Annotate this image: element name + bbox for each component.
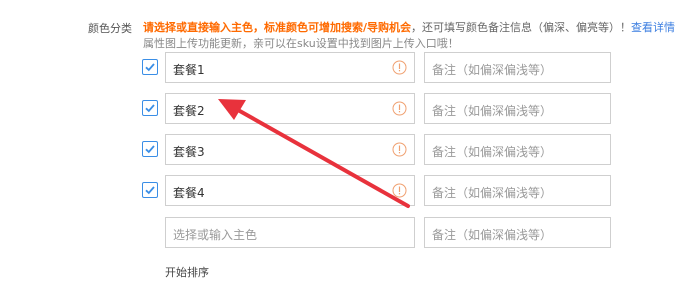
color-checkbox[interactable]	[142, 100, 158, 116]
new-color-input[interactable]: 选择或输入主色	[165, 217, 415, 248]
checkmark-icon	[145, 186, 155, 195]
remark-input[interactable]: 备注（如偏深偏浅等）	[424, 93, 611, 124]
color-checkbox[interactable]	[142, 182, 158, 198]
color-category-label: 颜色分类	[88, 22, 132, 35]
remark-placeholder: 备注（如偏深偏浅等）	[432, 104, 553, 118]
color-row: 套餐1 备注（如偏深偏浅等）	[0, 52, 700, 84]
remark-placeholder: 备注（如偏深偏浅等）	[432, 63, 553, 77]
info-icon[interactable]	[392, 183, 407, 198]
color-placeholder: 选择或输入主色	[173, 228, 258, 242]
remark-placeholder: 备注（如偏深偏浅等）	[432, 186, 553, 200]
color-input[interactable]: 套餐2	[165, 93, 415, 124]
info-icon[interactable]	[392, 142, 407, 157]
color-checkbox[interactable]	[142, 141, 158, 157]
color-row: 套餐3 备注（如偏深偏浅等）	[0, 134, 700, 166]
notice-line2: 属性图上传功能更新，亲可以在sku设置中找到图片上传入口哦！	[143, 37, 459, 50]
checkmark-icon	[145, 104, 155, 113]
remark-input[interactable]: 备注（如偏深偏浅等）	[424, 175, 611, 206]
color-value: 套餐2	[173, 104, 205, 118]
color-input[interactable]: 套餐4	[165, 175, 415, 206]
view-details-link[interactable]: 查看详情	[631, 21, 675, 34]
remark-placeholder: 备注（如偏深偏浅等）	[432, 145, 553, 159]
color-input[interactable]: 套餐1	[165, 52, 415, 83]
remark-input[interactable]: 备注（如偏深偏浅等）	[424, 52, 611, 83]
info-icon[interactable]	[392, 60, 407, 75]
remark-placeholder: 备注（如偏深偏浅等）	[432, 228, 553, 242]
notice-rest: ，还可填写颜色备注信息（偏深、偏亮等）！	[411, 21, 632, 34]
color-value: 套餐4	[173, 186, 205, 200]
checkmark-icon	[145, 63, 155, 72]
color-value: 套餐3	[173, 145, 205, 159]
new-color-row: 选择或输入主色 备注（如偏深偏浅等）	[0, 217, 700, 249]
color-checkbox[interactable]	[142, 59, 158, 75]
color-row: 套餐4 备注（如偏深偏浅等）	[0, 175, 700, 207]
notice-text: 请选择或直接输入主色，标准颜色可增加搜索/导购机会，还可填写颜色备注信息（偏深、…	[143, 19, 675, 35]
start-sort-button[interactable]: 开始排序	[165, 264, 209, 280]
color-value: 套餐1	[173, 63, 205, 77]
color-input[interactable]: 套餐3	[165, 134, 415, 165]
info-icon[interactable]	[392, 101, 407, 116]
new-remark-input[interactable]: 备注（如偏深偏浅等）	[424, 217, 611, 248]
notice-highlight: 请选择或直接输入主色，标准颜色可增加搜索/导购机会	[143, 21, 412, 34]
remark-input[interactable]: 备注（如偏深偏浅等）	[424, 134, 611, 165]
color-row: 套餐2 备注（如偏深偏浅等）	[0, 93, 700, 125]
checkmark-icon	[145, 145, 155, 154]
